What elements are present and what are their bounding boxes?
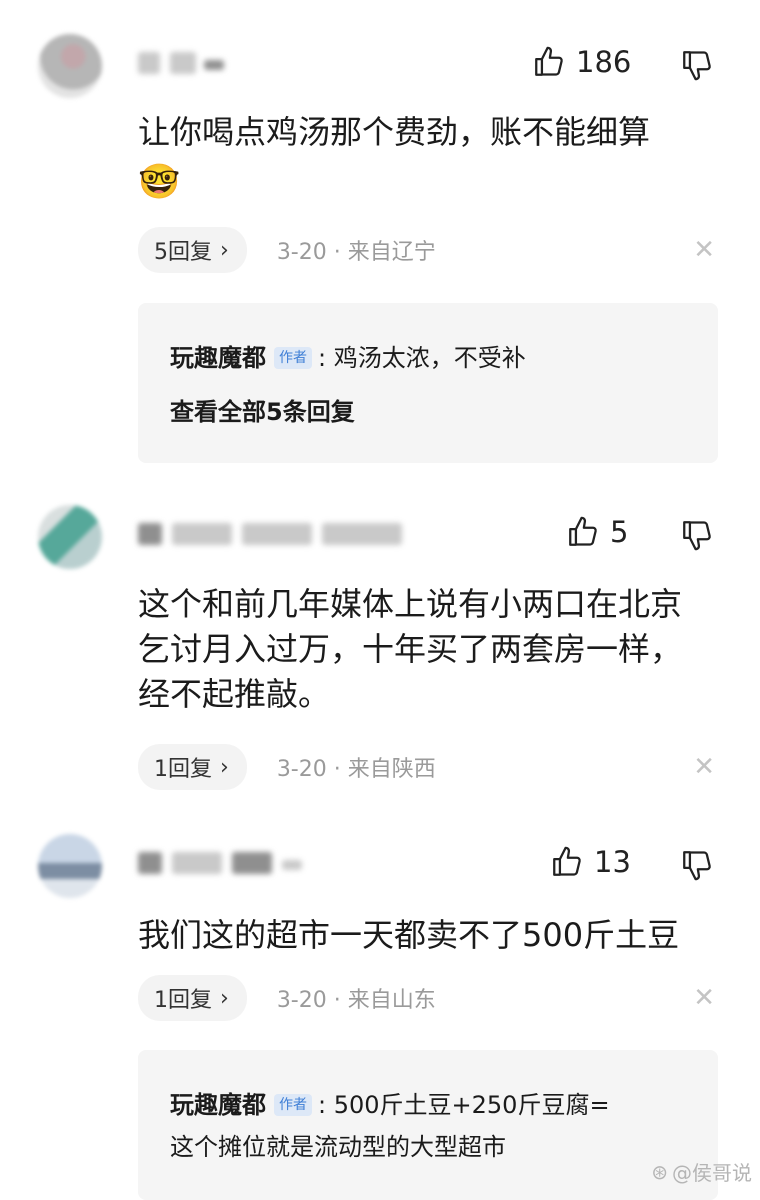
comment-meta: 1回复 › 3-20 · 来自陕西 — [138, 744, 436, 790]
comment-location: · 来自辽宁 — [333, 240, 436, 265]
comment-text: 让你喝点鸡汤那个费劲，账不能细算 🤓 — [138, 110, 650, 209]
comment-text: 这个和前几年媒体上说有小两口在北京 乞讨月入过万，十年买了两套房一样， 经不起推… — [138, 582, 682, 717]
watermark-text: @侯哥说 — [672, 1161, 752, 1185]
reply-text-continued: 这个摊位就是流动型的大型超市 — [170, 1133, 506, 1161]
reply-count-button[interactable]: 5回复 › — [138, 227, 247, 273]
reply-count-button[interactable]: 1回复 › — [138, 744, 247, 790]
like-count: 13 — [594, 845, 631, 879]
reply-line: 玩趣魔都 作者 : 500斤土豆+250斤豆腐= — [170, 1088, 610, 1122]
weibo-logo-icon: ⊛ — [651, 1159, 668, 1184]
username-blurred[interactable] — [138, 46, 238, 80]
meta-info: 3-20 · 来自陕西 — [277, 751, 436, 783]
close-icon[interactable]: ✕ — [693, 983, 715, 1013]
like-count: 186 — [576, 45, 632, 79]
chevron-right-icon: › — [220, 985, 229, 1011]
comment-text-line: 让你喝点鸡汤那个费劲，账不能细算 — [138, 113, 651, 151]
comment-location: · 来自陕西 — [333, 757, 436, 782]
comment-text-line: 我们这的超市一天都卖不了500斤土豆 — [138, 916, 680, 954]
thumbs-down-icon[interactable] — [680, 48, 714, 82]
reply-line: 玩趣魔都 作者 : 鸡汤太浓，不受补 — [170, 341, 526, 375]
username-blurred[interactable] — [138, 517, 408, 551]
comment-text-line: 这个和前几年媒体上说有小两口在北京 — [138, 585, 683, 623]
thumbs-down-icon[interactable] — [680, 518, 714, 552]
thumbs-up-icon — [550, 845, 584, 879]
like-button[interactable]: 186 — [532, 45, 631, 79]
comment-location: · 来自山东 — [333, 988, 436, 1013]
reply-author[interactable]: 玩趣魔都 — [170, 341, 266, 375]
author-badge: 作者 — [274, 1094, 312, 1116]
like-button[interactable]: 13 — [550, 845, 631, 879]
comment-meta: 5回复 › 3-20 · 来自辽宁 — [138, 227, 436, 273]
watermark: ⊛ @侯哥说 — [651, 1157, 752, 1186]
meta-info: 3-20 · 来自辽宁 — [277, 234, 436, 266]
comment-date: 3-20 — [276, 988, 327, 1013]
comment-date: 3-20 — [276, 757, 327, 782]
thumbs-up-icon — [532, 45, 566, 79]
author-badge: 作者 — [274, 347, 312, 369]
avatar[interactable] — [38, 834, 102, 898]
reply-count: 1回复 — [154, 757, 212, 782]
chevron-right-icon: › — [220, 237, 229, 263]
close-icon[interactable]: ✕ — [693, 235, 715, 265]
username-blurred[interactable] — [138, 846, 308, 880]
avatar[interactable] — [38, 34, 102, 98]
meta-info: 3-20 · 来自山东 — [277, 982, 436, 1014]
like-button[interactable]: 5 — [566, 515, 628, 549]
reply-count: 1回复 — [154, 988, 212, 1013]
comment-text-line: 经不起推敲。 — [138, 675, 331, 713]
thumbs-down-icon[interactable] — [680, 848, 714, 882]
comment-text-line: 乞讨月入过万，十年买了两套房一样， — [138, 630, 683, 668]
reply-text: : 500斤土豆+250斤豆腐= — [318, 1091, 610, 1119]
emoji: 🤓 — [138, 162, 181, 202]
chevron-right-icon: › — [220, 754, 229, 780]
avatar[interactable] — [38, 505, 102, 569]
comment-text: 我们这的超市一天都卖不了500斤土豆 — [138, 913, 679, 958]
view-all-replies-link[interactable]: 查看全部5条回复 — [170, 395, 355, 429]
reply-author[interactable]: 玩趣魔都 — [170, 1088, 266, 1122]
comment-meta: 1回复 › 3-20 · 来自山东 — [138, 975, 436, 1021]
reply-count-button[interactable]: 1回复 › — [138, 975, 247, 1021]
like-count: 5 — [610, 515, 629, 549]
reply-text: : 鸡汤太浓，不受补 — [318, 344, 526, 372]
comment-date: 3-20 — [276, 240, 327, 265]
reply-preview[interactable]: 玩趣魔都 作者 : 鸡汤太浓，不受补 查看全部5条回复 — [138, 303, 718, 463]
reply-preview[interactable]: 玩趣魔都 作者 : 500斤土豆+250斤豆腐= 这个摊位就是流动型的大型超市 — [138, 1050, 718, 1200]
thumbs-up-icon — [566, 515, 600, 549]
close-icon[interactable]: ✕ — [693, 752, 715, 782]
reply-count: 5回复 — [154, 240, 212, 265]
